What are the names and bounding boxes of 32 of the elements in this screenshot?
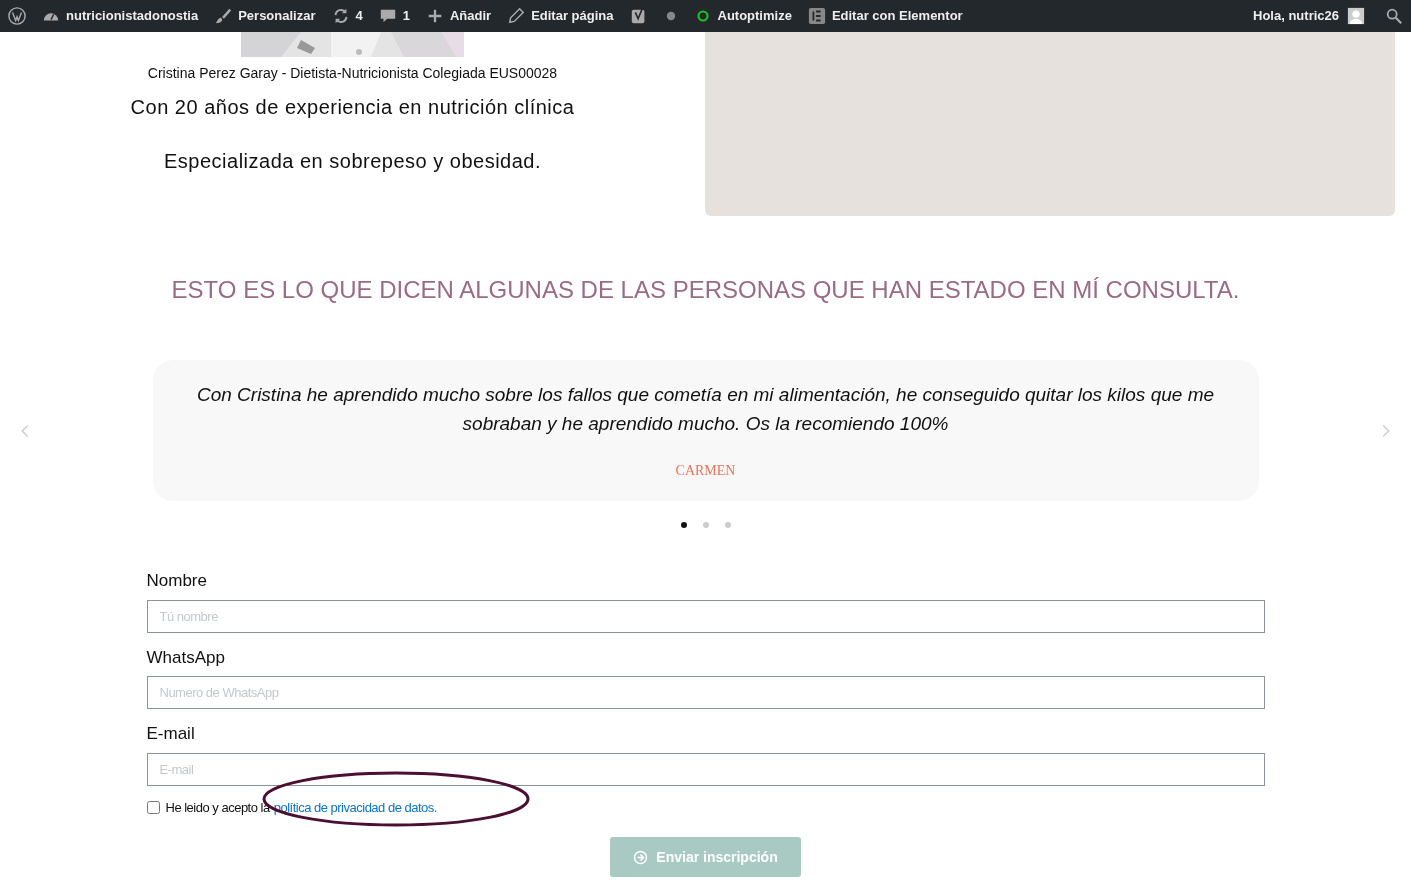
tagline: Especializada en sobrepeso y obesidad. <box>164 149 541 174</box>
consent-checkbox[interactable] <box>146 800 160 814</box>
toolbar-link[interactable]: Editar página <box>507 6 614 26</box>
input-field[interactable]: Numero de WhatsApp <box>146 676 1265 709</box>
section-heading: ESTO ES LO QUE DICEN ALGUNAS DE LAS PERSONAS QUE HAN ESTADO EN MÍ CONSULTA. <box>170 275 1241 305</box>
paintbrush-icon <box>214 7 233 25</box>
input-field[interactable]: Tú nombre <box>146 599 1265 633</box>
toolbar-link[interactable]: Autoptimize <box>693 6 792 26</box>
elementor-icon <box>807 7 826 25</box>
tagline: Con 20 años de experiencia en nutrición clínica <box>130 95 575 120</box>
toolbar-link[interactable]: Personalizar <box>214 6 316 26</box>
photo-caption: Cristina Perez Garay - Dietista-Nutricionista Colegiada EUS00028 <box>147 64 558 83</box>
toolbar-link[interactable]: Añadir <box>425 6 492 26</box>
testimonial-author: CARMEN <box>674 462 737 480</box>
toolbar-link[interactable]: 4 <box>331 6 363 26</box>
carousel-dot[interactable] <box>680 522 687 528</box>
wordpress-logo-icon[interactable] <box>8 7 26 25</box>
toolbar-link[interactable]: Editar con Elementor <box>807 6 963 26</box>
greeting-link[interactable]: Hola, nutric26 <box>1253 6 1339 26</box>
field-label: WhatsApp <box>146 646 226 669</box>
carousel-dot[interactable] <box>724 522 731 528</box>
field-label: Nombre <box>146 570 208 592</box>
toolbar-link[interactable]: nutricionistadonostia <box>42 6 199 26</box>
search-icon[interactable] <box>1385 7 1403 25</box>
testimonial-quote: Con Cristina he aprendido mucho sobre los fallos que cometía en mi alimentación, he conseguido quitar los kilos que me sobraban y he aprendido mucho. Os la recomiendo 100% <box>195 383 1216 436</box>
field-label: E-mail <box>146 723 196 745</box>
carousel-dot[interactable] <box>702 522 709 528</box>
avatar-icon <box>1347 7 1365 25</box>
input-field[interactable]: E-mail <box>146 752 1265 786</box>
pencil-icon <box>507 7 526 25</box>
toolbar-link[interactable]: 1 <box>378 6 410 26</box>
arrow-circle-icon <box>633 849 649 865</box>
